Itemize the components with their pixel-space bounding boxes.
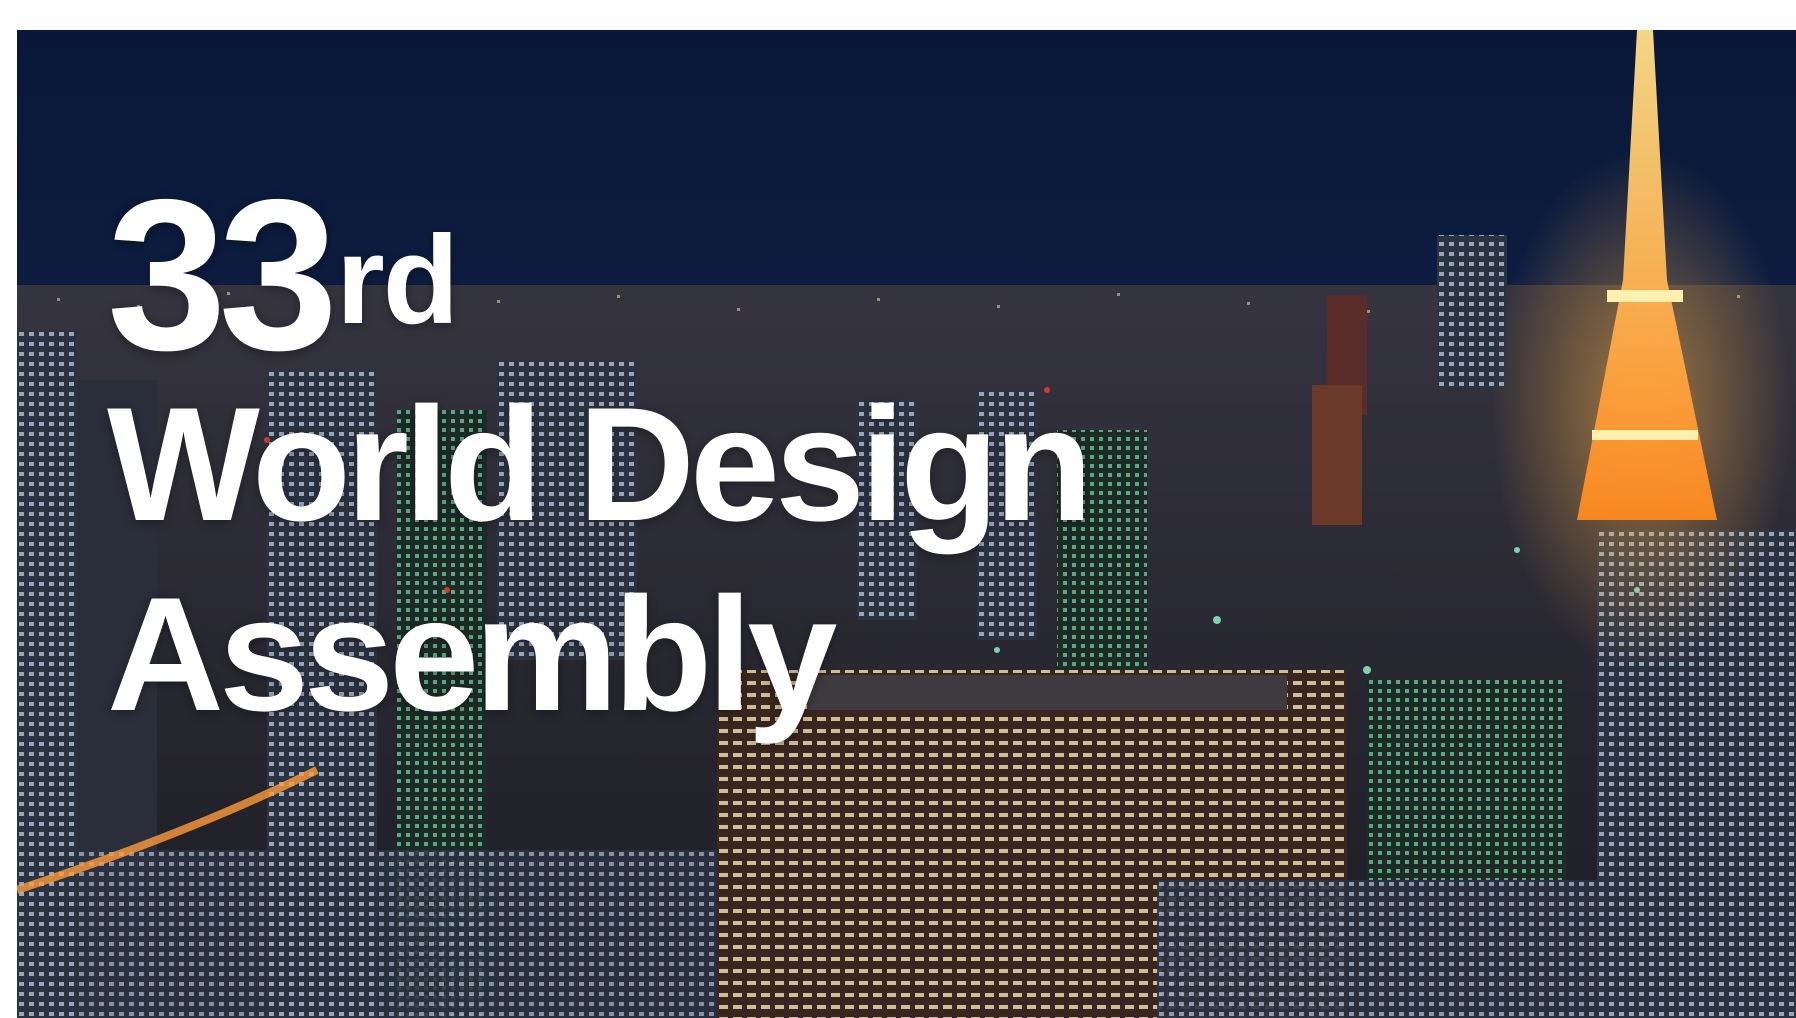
edition-ordinal: rd — [336, 211, 459, 350]
event-headline: 33rd World Design Assembly — [107, 167, 1093, 750]
headline-line-2: Assembly — [107, 564, 837, 745]
edition-number: 33rd — [107, 167, 1088, 382]
hero-banner: 33rd World Design Assembly — [17, 30, 1796, 1018]
headline-line-1: World Design — [107, 374, 1093, 555]
edition-number-value: 33 — [107, 154, 338, 395]
